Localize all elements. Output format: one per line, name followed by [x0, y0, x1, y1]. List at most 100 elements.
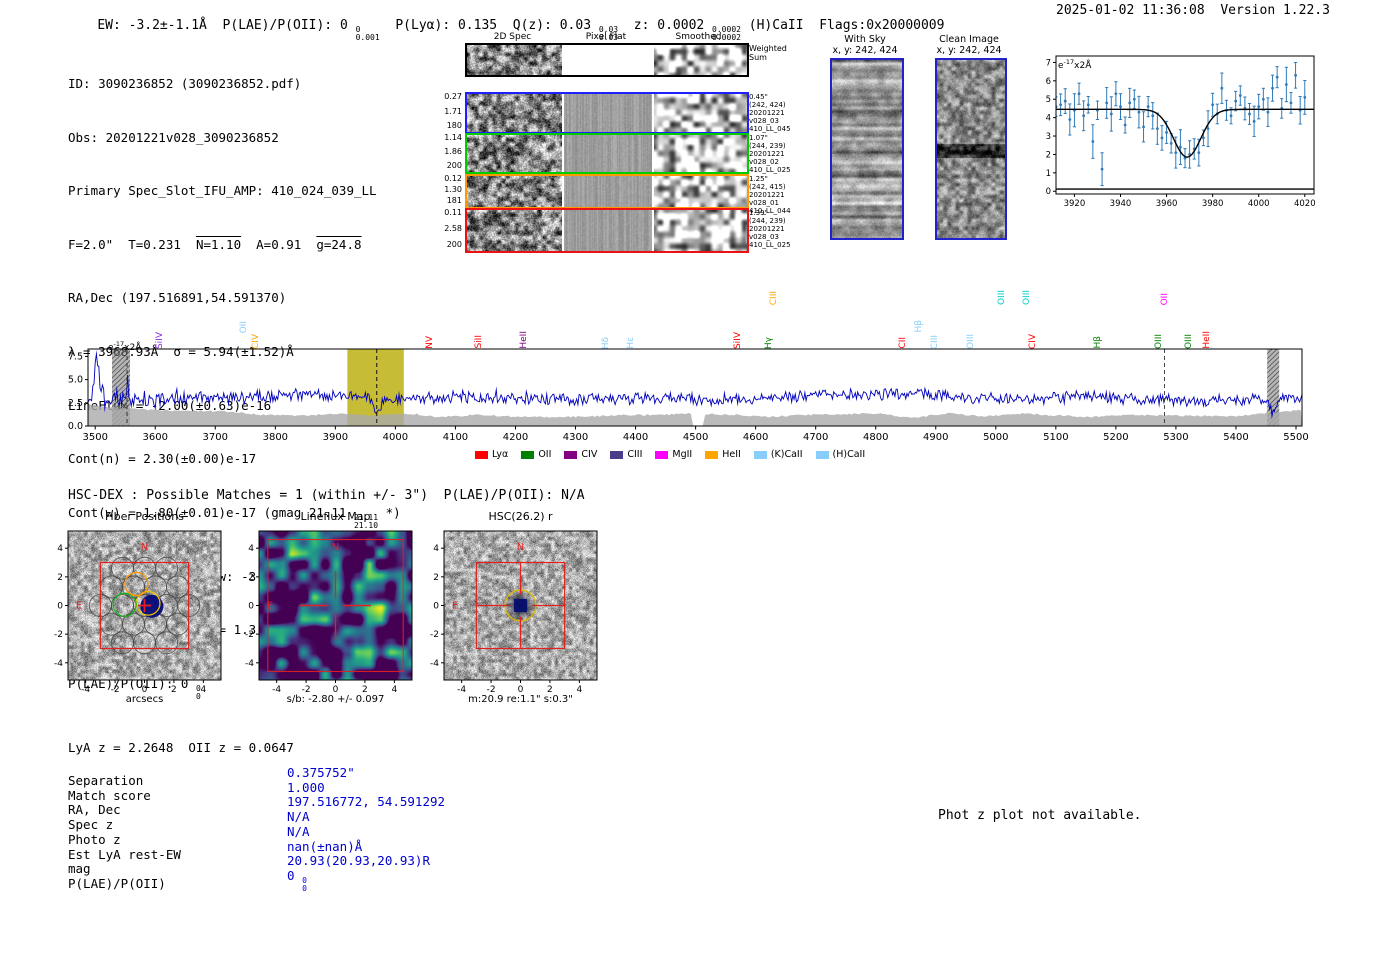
spec2d-stat: 181	[446, 196, 462, 205]
spec2d-row-2-stats: 1.14 1.86 200	[438, 133, 462, 170]
line-label-CII: CII	[897, 337, 908, 349]
line-label-HeII: HeII	[518, 331, 529, 349]
smoothed-image-row3	[654, 176, 747, 207]
spec-units-sup: -17	[113, 340, 125, 348]
header-flags: Flags:0x20000009	[819, 18, 945, 33]
withsky-coords: x, y: 242, 424	[832, 45, 898, 56]
legend-item-CIV: CIV	[564, 449, 597, 460]
info-seeing-pre: F=2.0" T=0.231	[68, 236, 196, 252]
line-label-Hδ: Hδ	[600, 336, 611, 349]
fiber-positions-cutout	[44, 524, 229, 696]
spec2d-stat: 1.30	[444, 185, 462, 194]
legend-swatch	[564, 450, 578, 459]
header-z: z: 0.0002	[618, 18, 713, 33]
match-value-2: 197.516772, 54.591292	[287, 794, 446, 810]
smoothed-image-row0	[654, 45, 747, 75]
line-label-Hε: Hε	[625, 337, 636, 349]
info-obs: Obs: 20201221v028_3090236852	[68, 129, 279, 145]
spec2d-annotation-line: 410_LL_025	[749, 166, 791, 174]
cutout-title-lineflux: Lineflux Map	[300, 510, 371, 523]
legend-label: CIV	[581, 449, 598, 460]
cutout-caption-hsc: m:20.9 re:1.1" s:0.3"	[468, 694, 573, 705]
legend-label: (H)CaII	[832, 449, 866, 460]
match-value-4: N/A	[287, 823, 310, 839]
smoothed-image-row4	[654, 210, 747, 251]
spec2d-row-0	[465, 43, 749, 77]
line-label-OIII: OIII	[996, 289, 1007, 305]
spec2d-annotation-line: (242, 424)	[749, 101, 786, 109]
spec2d-annotation-line: 1.25"	[749, 175, 768, 183]
legend-item-HeII: HeII	[705, 449, 741, 460]
spec2d-row-4-stats: 0.11 2.58 200	[438, 208, 462, 249]
spec2d-annotation-line: 20201221	[749, 109, 785, 117]
hsc-matches-header: HSC-DEX : Possible Matches = 1 (within +…	[68, 488, 585, 503]
legend-label: (K)CaII	[770, 449, 803, 460]
line-label-OIII: OIII	[1184, 333, 1195, 349]
cutout-caption-lineflux: s/b: -2.80 +/- 0.097	[286, 694, 385, 705]
line-label-OII: OII	[238, 320, 249, 333]
cutout-title-fiber: Fiber Positions	[105, 510, 184, 523]
withsky-title: With Sky	[844, 34, 886, 45]
spec2d-row-0-annotation: Weighted Sum	[749, 44, 787, 62]
match-label-2: RA, Dec	[68, 802, 121, 818]
photz-note: Phot z plot not available.	[938, 808, 1142, 823]
match-label-6: mag	[68, 861, 91, 877]
info-seeing-mid: A=0.91	[241, 236, 317, 252]
spec2d-stat: 2.58	[444, 224, 462, 233]
line-label-CIII: CIII	[929, 334, 940, 349]
spec2d-row-4	[465, 208, 749, 253]
line-fit-plot	[1030, 48, 1322, 220]
legend-swatch	[475, 450, 488, 459]
line-label-SiIV: SiIV	[155, 331, 166, 349]
line-label-OII: OII	[1159, 292, 1170, 305]
spectrum-legend: Lyα OII CIV CIII MgII HeII (K)CaII (H)CaII	[475, 449, 865, 460]
spec2d-col-pixelflat: Pixel Flat	[585, 32, 627, 42]
spec2d-image-row4	[467, 210, 562, 251]
info-radec: RA,Dec (197.516891,54.591370)	[68, 290, 287, 306]
spec2d-annotation-line: v028_03	[749, 233, 779, 241]
full-spectrum-plot	[56, 343, 1316, 447]
spec2d-annotation-line: 410_LL_025	[749, 241, 791, 249]
spec2d-col-2dspec: 2D Spec	[493, 32, 532, 42]
legend-label: CIII	[627, 449, 643, 460]
match-table-values: 0.375752" 1.000 197.516772, 54.591292 N/A N/…	[287, 765, 446, 894]
spec2d-annotation-line: v028_03	[749, 117, 779, 125]
legend-swatch	[753, 450, 767, 459]
legend-swatch	[705, 450, 719, 459]
header-timestamp: 2025-01-02 11:36:08 Version 1.22.3	[1056, 3, 1330, 18]
spec2d-row-3	[465, 174, 749, 209]
spec2d-stat: 200	[446, 161, 462, 170]
line-label-SiII: SiII	[474, 335, 485, 349]
spec2d-stat: 0.12	[444, 174, 462, 183]
legend-label: Lyα	[492, 449, 509, 460]
hsc-r-cutout	[420, 524, 605, 696]
line-label-Hβ: Hβ	[913, 320, 924, 333]
spec2d-stat: 1.86	[444, 147, 462, 156]
spec2d-image-row2	[467, 135, 562, 172]
spec2d-stat: 180	[446, 121, 462, 130]
header-qz: Q(z): 0.03	[512, 18, 599, 33]
clean-coords: x, y: 242, 424	[936, 45, 1002, 56]
legend-label: HeII	[722, 449, 741, 460]
cutout-xlabel-arcsecs: arcsecs	[125, 694, 164, 705]
match-value-7: 0 00	[287, 867, 307, 894]
line-label-Hβ: Hβ	[1092, 336, 1103, 349]
legend-item-MgII: MgII	[655, 449, 692, 460]
legend-item-(H)CaII: (H)CaII	[815, 449, 866, 460]
legend-swatch	[815, 450, 829, 459]
legend-swatch	[610, 450, 624, 459]
spec2d-stat: 200	[446, 240, 462, 249]
spec2d-image-row3	[467, 176, 562, 207]
legend-item-Lyα: Lyα	[475, 449, 508, 460]
spec2d-annotation-line: 20201221	[749, 150, 785, 158]
legend-item-(K)CaII: (K)CaII	[753, 449, 803, 460]
legend-item-OII: OII	[521, 449, 551, 460]
info-redshifts: LyA z = 2.2648 OII z = 0.0647	[68, 739, 294, 755]
spec2d-annotation-line: Sum	[749, 53, 767, 62]
smoothed-image-row1	[654, 94, 747, 132]
spec2d-annotation-line: 410_LL_045	[749, 125, 791, 133]
line-label-NV: NV	[425, 336, 436, 349]
pixelflat-image-row3	[564, 176, 652, 207]
elixer-report-page: EW: -3.2±-1.1Å P(LAE)/P(OII): 0 0 0.001 P…	[0, 0, 1400, 953]
spec2d-annotation-line: 1.07"	[749, 134, 768, 142]
